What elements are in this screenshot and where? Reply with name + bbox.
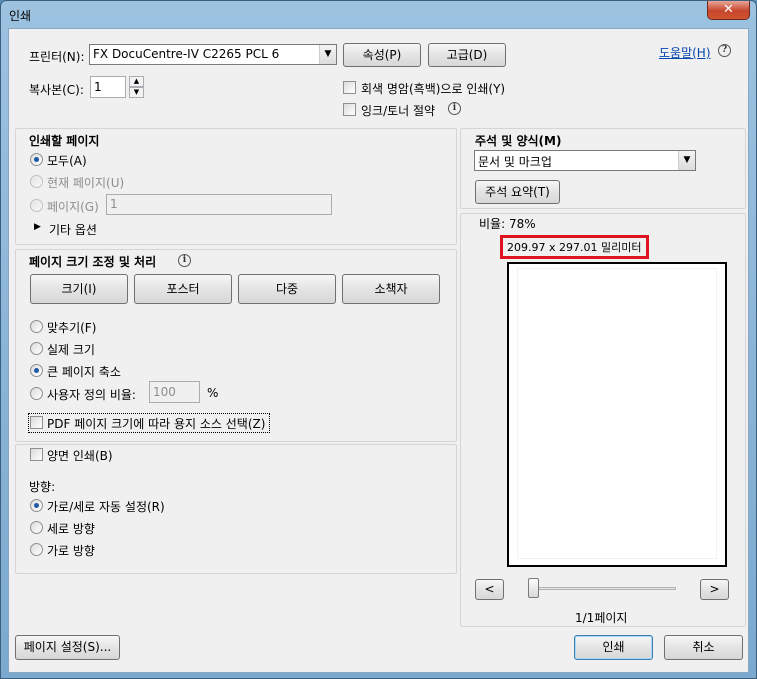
preview-scale: 비율: 78% — [479, 217, 536, 231]
pages-range-radio[interactable] — [30, 199, 43, 212]
preview-page-content — [517, 268, 717, 559]
pages-range-label: 페이지(G) — [47, 200, 99, 214]
window-title: 인쇄 — [9, 9, 32, 23]
print-button[interactable]: 인쇄 — [574, 635, 653, 660]
custom-scale-radio[interactable] — [30, 387, 43, 400]
comments-header: 주석 및 양식(M) — [475, 134, 562, 148]
pages-range-input[interactable]: 1 — [106, 194, 332, 215]
dialog-client-area: 프린터(N): FX DocuCentre-IV C2265 PCL 6 ▼ 속… — [8, 28, 749, 673]
pdf-source-label: PDF 페이지 크기에 따라 용지 소스 선택(Z) — [47, 417, 266, 431]
save-ink-label: 잉크/토너 절약 — [361, 104, 436, 118]
preview-page — [507, 262, 727, 567]
actual-size-label: 실제 크기 — [47, 343, 95, 357]
percent-label: % — [207, 386, 219, 400]
comments-select-value: 문서 및 마크업 — [478, 155, 552, 169]
more-options-label[interactable]: 기타 옵션 — [49, 221, 97, 238]
copies-label: 복사본(C): — [29, 83, 84, 97]
custom-scale-input[interactable]: 100 — [149, 381, 200, 403]
info-icon[interactable]: i — [448, 102, 461, 115]
chevron-down-icon: ▼ — [319, 45, 336, 64]
copies-up-button[interactable]: ▲ — [129, 76, 144, 87]
pages-all-radio[interactable] — [30, 153, 43, 166]
advanced-button[interactable]: 고급(D) — [428, 43, 506, 67]
shrink-radio[interactable] — [30, 364, 43, 377]
prev-page-button[interactable]: < — [475, 579, 504, 600]
grayscale-label: 회색 명암(흑백)으로 인쇄(Y) — [361, 82, 506, 96]
summarize-comments-button[interactable]: 주석 요약(T) — [475, 180, 560, 204]
cancel-button[interactable]: 취소 — [664, 635, 743, 660]
help-icon[interactable]: ? — [718, 44, 731, 57]
multiple-tab-button[interactable]: 다중 — [238, 274, 336, 304]
landscape-radio[interactable] — [30, 543, 43, 556]
poster-tab-button[interactable]: 포스터 — [134, 274, 232, 304]
pages-all-label: 모두(A) — [47, 154, 87, 168]
next-page-button[interactable]: > — [700, 579, 729, 600]
pages-current-label: 현재 페이지(U) — [47, 176, 125, 190]
title-bar[interactable]: 인쇄 ✕ — [1, 1, 756, 27]
info-icon[interactable]: i — [178, 254, 191, 267]
portrait-label: 세로 방향 — [47, 522, 95, 536]
save-ink-checkbox[interactable] — [343, 103, 356, 116]
fit-radio[interactable] — [30, 320, 43, 333]
chevron-down-icon: ▼ — [678, 151, 695, 170]
custom-scale-label: 사용자 정의 비율: — [47, 388, 136, 402]
landscape-label: 가로 방향 — [47, 544, 95, 558]
booklet-tab-button[interactable]: 소책자 — [342, 274, 440, 304]
fit-label: 맞추기(F) — [47, 321, 97, 335]
actual-size-radio[interactable] — [30, 342, 43, 355]
page-count: 1/1페이지 — [575, 611, 628, 625]
preview-page-size: 209.97 x 297.01 밀리미터 — [507, 241, 642, 254]
comments-select[interactable]: 문서 및 마크업 ▼ — [474, 150, 696, 171]
pdf-source-checkbox[interactable] — [30, 416, 43, 429]
pages-header: 인쇄할 페이지 — [29, 134, 100, 148]
size-tab-button[interactable]: 크기(I) — [30, 274, 128, 304]
close-button[interactable]: ✕ — [707, 1, 750, 20]
page-slider-track[interactable] — [529, 587, 676, 590]
print-dialog-window: 인쇄 ✕ 프린터(N): FX DocuCentre-IV C2265 PCL … — [0, 0, 757, 679]
shrink-label: 큰 페이지 축소 — [47, 365, 121, 379]
pages-current-radio[interactable] — [30, 175, 43, 188]
copies-down-button[interactable]: ▼ — [129, 87, 144, 98]
duplex-checkbox[interactable] — [30, 448, 43, 461]
duplex-label: 양면 인쇄(B) — [47, 449, 113, 463]
triangle-right-icon[interactable]: ▶ — [34, 222, 41, 232]
portrait-radio[interactable] — [30, 521, 43, 534]
properties-button[interactable]: 속성(P) — [343, 43, 421, 67]
grayscale-checkbox[interactable] — [343, 81, 356, 94]
auto-orientation-radio[interactable] — [30, 499, 43, 512]
help-link[interactable]: 도움말(H) — [659, 44, 711, 61]
printer-select[interactable]: FX DocuCentre-IV C2265 PCL 6 ▼ — [89, 44, 337, 65]
copies-input[interactable]: 1 — [90, 76, 126, 98]
page-setup-button[interactable]: 페이지 설정(S)... — [15, 635, 120, 660]
orientation-label: 방향: — [29, 480, 56, 494]
page-sizing-header: 페이지 크기 조정 및 처리 — [29, 255, 157, 269]
page-slider-thumb[interactable] — [528, 578, 539, 598]
printer-select-value: FX DocuCentre-IV C2265 PCL 6 — [93, 47, 280, 61]
printer-label: 프린터(N): — [29, 50, 85, 64]
auto-orientation-label: 가로/세로 자동 설정(R) — [47, 500, 165, 514]
